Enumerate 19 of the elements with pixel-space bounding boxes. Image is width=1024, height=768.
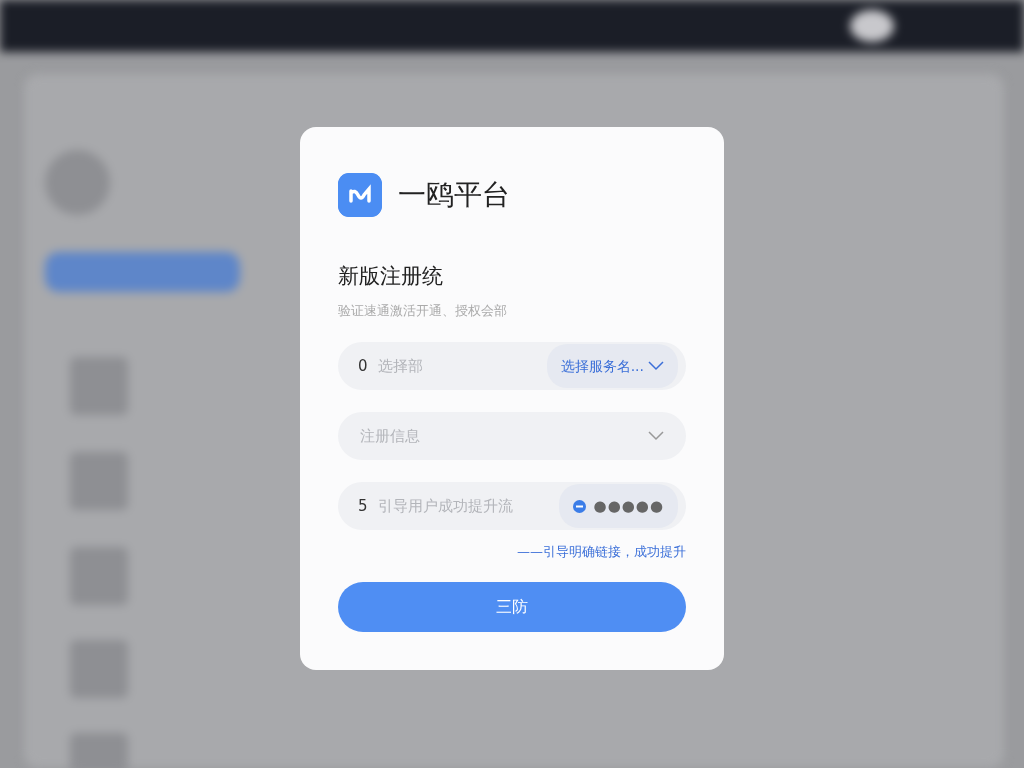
input-field[interactable]: 5 引导用户成功提升流 ●●●●● (338, 482, 686, 530)
minus-circle-icon (572, 499, 586, 513)
text-input[interactable]: 选择部 (375, 353, 547, 379)
field-prefix: 0 (358, 355, 368, 377)
input-field[interactable]: 0 选择部 选择服务名... (338, 342, 686, 390)
brand-name: 一鸥平台 (398, 177, 510, 213)
text-input[interactable]: 注册信息 (358, 423, 648, 449)
field-prefix: 5 (358, 495, 368, 517)
dialog-title: 新版注册统 (338, 263, 444, 290)
text-input[interactable]: 引导用户成功提升流 (375, 493, 559, 519)
logo-icon (338, 173, 382, 217)
masked-code: ●●●●● (558, 484, 678, 528)
submit-button[interactable]: 三防 (338, 581, 686, 632)
service-dropdown[interactable]: 选择服务名... (546, 344, 678, 388)
dialog-subtitle: 验证速通激活开通、授权会部 (338, 301, 508, 320)
input-field[interactable]: 注册信息 (338, 412, 686, 460)
chevron-down-icon (648, 431, 664, 441)
chevron-down-icon (648, 361, 664, 371)
guide-link[interactable]: ——引导明确链接，成功提升 (338, 542, 686, 562)
